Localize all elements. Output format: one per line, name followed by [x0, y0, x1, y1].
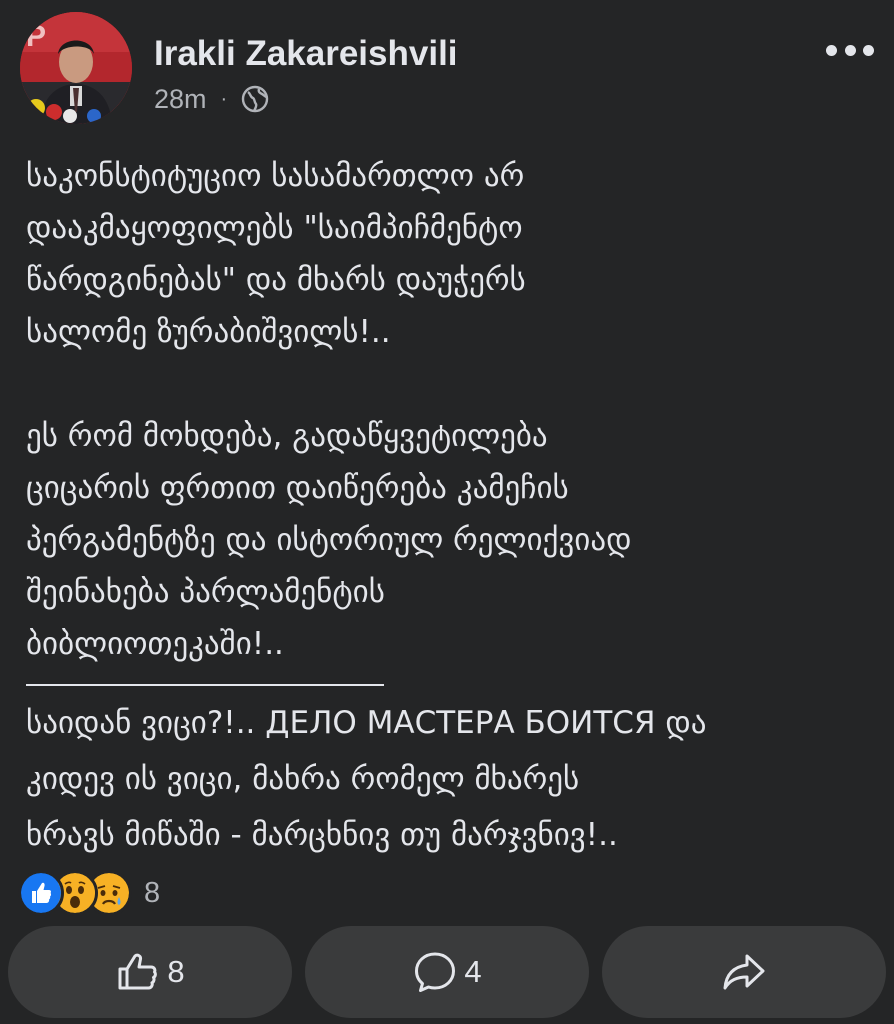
- post-text-line: ხრავს მიწაში - მარცხნივ თუ მარჯვნივ!..: [26, 817, 618, 853]
- post-text-line: ეს რომ მოხდება, გადაწყვეტილება: [26, 418, 548, 454]
- avatar[interactable]: P: [20, 12, 132, 124]
- author-name[interactable]: Irakli Zakareishvili: [154, 34, 458, 74]
- post-text-line: საიდან ვიცი?!.. ДЕЛО МАСТЕРА БОИТСЯ და: [26, 705, 707, 741]
- globe-icon[interactable]: [241, 85, 269, 113]
- post-meta: 28m ·: [154, 82, 269, 116]
- post-text-line: სალომე ზურაბიშვილს!..: [26, 314, 391, 350]
- more-dot-icon: [844, 44, 856, 56]
- more-dot-icon: [863, 44, 874, 56]
- like-button[interactable]: 8: [8, 926, 292, 1018]
- post-text-line: პერგამენტზე და ისტორიულ რელიქვიად: [26, 522, 632, 558]
- post-text-line: ბიბლიოთეკაში!..: [26, 626, 284, 662]
- comment-count: 4: [464, 954, 482, 989]
- more-dot-icon: [826, 44, 837, 56]
- like-reaction-icon: [18, 870, 64, 916]
- comment-bubble-icon: [412, 949, 458, 995]
- post-text-line: ციცარის ფრთით დაიწერება კამეჩის: [26, 470, 569, 506]
- comment-button[interactable]: 4: [305, 926, 589, 1018]
- svg-text:P: P: [26, 20, 46, 53]
- post-text-line: შეინახება პარლამენტის: [26, 574, 385, 610]
- post-action-bar: 8 4: [8, 926, 886, 1018]
- post-text-line: წარდგინებას" და მხარს დაუჭერს: [26, 262, 526, 298]
- thumbs-up-icon: [115, 949, 161, 995]
- share-arrow-icon: [721, 949, 767, 995]
- post-text-line: კიდევ ის ვიცი, მახრა რომელ მხარეს: [26, 761, 580, 797]
- like-count: 8: [167, 954, 185, 989]
- post-body: საკონსტიტუციო სასამართლო არ დააკმაყოფილე…: [26, 150, 866, 670]
- share-button[interactable]: [602, 926, 886, 1018]
- post-header: P Irakli Zakareishvili 28m ·: [20, 12, 874, 124]
- meta-separator: ·: [220, 87, 228, 110]
- text-separator-line: [26, 684, 384, 686]
- post-timestamp[interactable]: 28m: [154, 84, 207, 115]
- post-body-continued: საიდან ვიცი?!.. ДЕЛО МАСТЕРА БОИТСЯ და კ…: [26, 695, 866, 863]
- more-options-button[interactable]: [826, 40, 874, 60]
- reactions-summary[interactable]: 8: [18, 870, 160, 916]
- post-text-line: დააკმაყოფილებს "საიმპიჩმენტო: [26, 210, 523, 246]
- post-text-line: საკონსტიტუციო სასამართლო არ: [26, 158, 525, 194]
- reaction-count: 8: [144, 876, 161, 909]
